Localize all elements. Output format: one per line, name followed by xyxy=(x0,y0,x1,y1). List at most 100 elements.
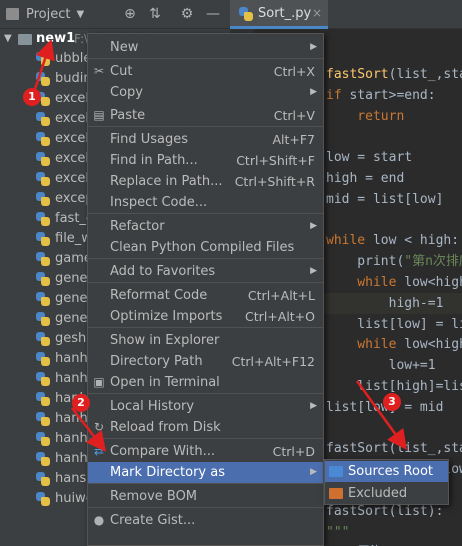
submenu-item-sources-root[interactable]: Sources Root xyxy=(325,461,448,482)
python-file-icon xyxy=(36,432,50,446)
file-name: geshi xyxy=(55,331,90,346)
editor-tab[interactable]: Sort_.py × xyxy=(230,0,328,29)
menu-item-new[interactable]: New ▶ xyxy=(88,37,323,58)
clipboard-icon: ▤ xyxy=(93,108,105,122)
code-token: list[low] = mid xyxy=(326,399,444,415)
python-file-icon xyxy=(36,272,50,286)
python-file-icon xyxy=(36,172,50,186)
menu-item-directory-path[interactable]: Directory Path Ctrl+Alt+F12 xyxy=(88,351,323,372)
python-file-icon xyxy=(36,212,50,226)
file-name: gene xyxy=(55,311,88,326)
project-panel-icon xyxy=(6,8,19,20)
python-file-icon xyxy=(36,412,50,426)
menu-separator xyxy=(88,258,323,259)
menu-item-label: Find in Path... xyxy=(110,153,198,168)
menu-item-label: Create Gist... xyxy=(110,513,196,528)
menu-item-label: Copy xyxy=(110,85,143,100)
collapse-all-icon[interactable]: ⇅ xyxy=(146,5,164,23)
file-name: excel xyxy=(55,131,89,146)
python-file-icon xyxy=(36,112,50,126)
menu-separator xyxy=(88,126,323,127)
editor-tab-label: Sort_.py xyxy=(258,6,312,21)
menu-item-clean-python-compiled-files[interactable]: Clean Python Compiled Files xyxy=(88,237,323,258)
menu-item-label: Refactor xyxy=(110,219,165,234)
menu-item-replace-in-path[interactable]: Replace in Path... Ctrl+Shift+R xyxy=(88,171,323,192)
close-icon[interactable]: × xyxy=(312,6,322,20)
code-token: fastSort xyxy=(326,67,389,82)
menu-item-create-gist[interactable]: ● Create Gist... xyxy=(88,510,323,531)
python-file-icon xyxy=(36,92,50,106)
chevron-down-icon[interactable]: ▼ xyxy=(76,9,84,20)
submenu-arrow-icon: ▶ xyxy=(310,467,317,477)
menu-item-label: Local History xyxy=(110,399,195,414)
menu-item-remove-bom[interactable]: Remove BOM xyxy=(88,486,323,507)
menu-item-mark-directory-as[interactable]: Mark Directory as ▶ xyxy=(88,462,323,483)
python-file-icon xyxy=(36,292,50,306)
python-file-icon xyxy=(36,232,50,246)
code-token: low<high xyxy=(404,275,462,290)
compare-icon: ⇄ xyxy=(93,444,105,458)
menu-separator xyxy=(88,58,323,59)
menu-item-open-in-terminal[interactable]: ▣ Open in Terminal xyxy=(88,372,323,393)
submenu-arrow-icon: ▶ xyxy=(310,87,317,97)
context-menu: New ▶ ✂ Cut Ctrl+X Copy ▶ ▤ Paste Ctrl+V Find Usag… xyxy=(87,33,324,546)
project-panel-title[interactable]: Project xyxy=(26,7,70,22)
menu-item-local-history[interactable]: Local History ▶ xyxy=(88,396,323,417)
submenu-item-excluded[interactable]: Excluded xyxy=(325,483,448,504)
menu-item-reload-from-disk[interactable]: ↻ Reload from Disk xyxy=(88,417,323,438)
code-token: if xyxy=(326,87,350,103)
menu-separator xyxy=(88,483,323,484)
menu-item-paste[interactable]: ▤ Paste Ctrl+V xyxy=(88,105,323,126)
file-name: gene xyxy=(55,271,88,286)
menu-item-show-in-explorer[interactable]: Show in Explorer xyxy=(88,330,323,351)
file-name: ubble xyxy=(55,51,92,66)
menu-item-shortcut: Ctrl+Shift+R xyxy=(234,174,315,189)
file-name: excel xyxy=(55,91,89,106)
gear-icon[interactable]: ⚙ xyxy=(178,5,196,23)
menu-item-label: Clean Python Compiled Files xyxy=(110,240,295,255)
menu-item-label: Directory Path xyxy=(110,354,203,369)
menu-item-label: Remove BOM xyxy=(110,489,198,504)
menu-item-find-in-path[interactable]: Find in Path... Ctrl+Shift+F xyxy=(88,150,323,171)
menu-item-inspect-code[interactable]: Inspect Code... xyxy=(88,192,323,213)
code-token: start>=end: xyxy=(349,87,436,103)
menu-item-copy[interactable]: Copy ▶ xyxy=(88,82,323,103)
code-token: "第n次排序 xyxy=(404,254,462,270)
menu-separator xyxy=(88,507,323,508)
scissors-icon: ✂ xyxy=(93,64,105,78)
menu-separator xyxy=(88,438,323,439)
root-folder-name[interactable]: new1 xyxy=(36,29,75,49)
code-token: return xyxy=(326,108,405,124)
menu-item-refactor[interactable]: Refactor ▶ xyxy=(88,216,323,237)
menu-item-label: Show in Explorer xyxy=(110,333,220,348)
menu-separator xyxy=(88,393,323,394)
menu-item-shortcut: Ctrl+V xyxy=(273,108,315,123)
menu-item-label: Reload from Disk xyxy=(110,420,221,435)
menu-item-optimize-imports[interactable]: Optimize Imports Ctrl+Alt+O xyxy=(88,306,323,327)
code-token: print( xyxy=(326,254,405,270)
target-icon[interactable]: ⊕ xyxy=(121,5,139,23)
menu-item-shortcut: Ctrl+Alt+F12 xyxy=(231,354,315,369)
menu-separator xyxy=(88,213,323,214)
menu-item-label: Paste xyxy=(110,108,146,123)
menu-item-add-to-favorites[interactable]: Add to Favorites ▶ xyxy=(88,261,323,282)
menu-separator xyxy=(88,327,323,328)
terminal-icon: ▣ xyxy=(93,375,105,389)
chevron-down-icon[interactable]: ▼ xyxy=(4,29,12,49)
submenu-arrow-icon: ▶ xyxy=(310,221,317,231)
python-file-icon xyxy=(36,332,50,346)
menu-item-reformat-code[interactable]: Reformat Code Ctrl+Alt+L xyxy=(88,285,323,306)
menu-item-compare-with[interactable]: ⇄ Compare With... Ctrl+D xyxy=(88,441,323,462)
menu-item-label: New xyxy=(110,40,139,55)
menu-item-cut[interactable]: ✂ Cut Ctrl+X xyxy=(88,61,323,82)
menu-item-shortcut: Ctrl+X xyxy=(273,64,315,79)
submenu-item-label: Sources Root xyxy=(348,464,434,479)
python-file-icon xyxy=(36,192,50,206)
menu-item-find-usages[interactable]: Find Usages Alt+F7 xyxy=(88,129,323,150)
menu-item-label: Compare With... xyxy=(110,444,216,459)
menu-item-shortcut: Ctrl+Alt+L xyxy=(247,288,315,303)
code-token: while xyxy=(326,337,405,353)
minimize-icon[interactable]: — xyxy=(204,5,222,23)
reload-icon: ↻ xyxy=(93,420,105,434)
submenu-arrow-icon: ▶ xyxy=(310,266,317,276)
